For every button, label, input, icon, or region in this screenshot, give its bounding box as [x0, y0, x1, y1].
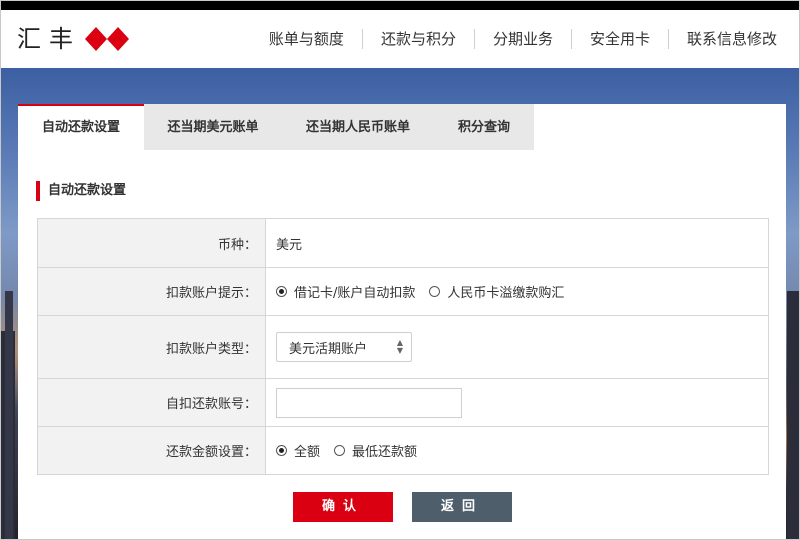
option-full-amount[interactable]: 全额: [276, 441, 320, 460]
account-type-cell: 美元活期账户 ▲ ▼: [266, 316, 768, 378]
logo-text: 汇丰: [17, 25, 81, 53]
account-number-label: 自扣还款账号：: [38, 379, 266, 426]
auto-repayment-form: 币种： 美元 扣款账户提示： 借记卡/账户自动扣款 人民币卡溢缴款购汇 扣款账户…: [37, 218, 769, 475]
radio-debit-card[interactable]: [276, 286, 287, 297]
page-frame: 汇丰 账单与额度 还款与积分 分期业务 安全用卡 联系信息修改 自动还款设置 还…: [0, 0, 800, 540]
row-currency: 币种： 美元: [38, 219, 768, 267]
option-rmb-overpay[interactable]: 人民币卡溢缴款购汇: [429, 282, 564, 301]
account-type-label: 扣款账户类型：: [38, 316, 266, 378]
option-min-payment[interactable]: 最低还款额: [334, 441, 417, 460]
tab-rmb-bill[interactable]: 还当期人民币账单: [282, 104, 434, 150]
hsbc-hexagon-icon: [85, 27, 129, 51]
hsbc-logo[interactable]: 汇丰: [17, 24, 129, 54]
currency-value: 美元: [276, 237, 303, 253]
radio-min-payment[interactable]: [334, 445, 346, 456]
site-header: 汇丰 账单与额度 还款与积分 分期业务 安全用卡 联系信息修改: [1, 10, 799, 68]
content-panel: 自动还款设置 还当期美元账单 还当期人民币账单 积分查询 自动还款设置 币种： …: [18, 104, 786, 539]
account-type-select[interactable]: 美元活期账户 ▲ ▼: [276, 332, 412, 362]
row-account-type: 扣款账户类型： 美元活期账户 ▲ ▼: [38, 315, 768, 378]
radio-full-amount[interactable]: [276, 445, 287, 456]
row-amount-setting: 还款金额设置： 全额 最低还款额: [38, 426, 768, 474]
amount-options: 全额 最低还款额: [266, 427, 768, 474]
section-title: 自动还款设置: [36, 181, 126, 201]
account-type-selected: 美元活期账户: [289, 341, 368, 357]
row-debit-prompt: 扣款账户提示： 借记卡/账户自动扣款 人民币卡溢缴款购汇: [38, 267, 768, 315]
nav-bills-limits[interactable]: 账单与额度: [251, 29, 362, 49]
amount-label: 还款金额设置：: [38, 427, 266, 474]
back-button[interactable]: 返回: [412, 492, 512, 522]
top-black-bar: [1, 1, 799, 10]
tab-auto-repayment[interactable]: 自动还款设置: [18, 104, 144, 150]
debit-prompt-label: 扣款账户提示：: [38, 268, 266, 315]
nav-installments[interactable]: 分期业务: [473, 29, 571, 49]
option-debit-card[interactable]: 借记卡/账户自动扣款: [276, 282, 415, 301]
nav-card-security[interactable]: 安全用卡: [570, 29, 668, 49]
nav-repayment-points[interactable]: 还款与积分: [361, 29, 474, 49]
option-min-payment-label: 最低还款额: [352, 445, 418, 460]
main-nav: 账单与额度 还款与积分 分期业务 安全用卡 联系信息修改: [251, 24, 795, 54]
row-account-number: 自扣还款账号：: [38, 378, 768, 426]
account-number-input[interactable]: [276, 387, 462, 418]
select-arrows-icon: ▲ ▼: [396, 338, 403, 355]
nav-contact-info[interactable]: 联系信息修改: [667, 29, 795, 49]
option-full-amount-label: 全额: [294, 445, 321, 460]
currency-label: 币种：: [38, 219, 266, 267]
tab-bar: 自动还款设置 还当期美元账单 还当期人民币账单 积分查询: [18, 104, 534, 150]
debit-prompt-options: 借记卡/账户自动扣款 人民币卡溢缴款购汇: [266, 268, 768, 315]
option-rmb-overpay-label: 人民币卡溢缴款购汇: [447, 286, 565, 301]
tab-usd-bill[interactable]: 还当期美元账单: [144, 104, 282, 150]
confirm-button[interactable]: 确认: [293, 492, 393, 522]
account-number-cell: [266, 379, 768, 426]
option-debit-card-label: 借记卡/账户自动扣款: [294, 286, 416, 301]
tab-points-query[interactable]: 积分查询: [434, 104, 534, 150]
radio-rmb-overpay[interactable]: [429, 286, 441, 297]
